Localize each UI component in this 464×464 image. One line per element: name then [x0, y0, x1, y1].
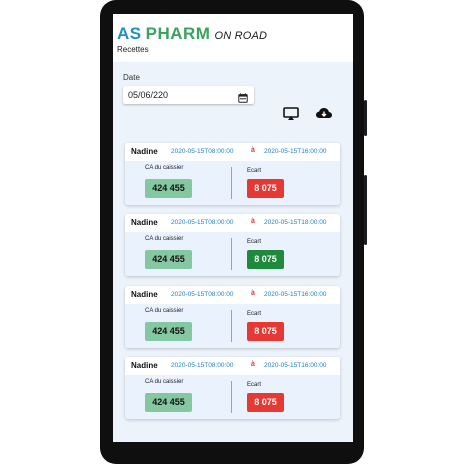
date-value: 05/06/220 [128, 90, 169, 100]
date-label: Date [123, 73, 140, 82]
shift-separator: à [251, 290, 255, 297]
main-content: Date 05/06/220 Nadine 2020-05-15T08:00:0… [113, 62, 353, 442]
ca-value: 424 455 [145, 393, 192, 412]
ecart-label: Ecart [247, 168, 262, 174]
cashier-name: Nadine [131, 290, 158, 299]
ecart-value: 8 075 [247, 179, 284, 198]
ecart-value: 8 075 [247, 322, 284, 341]
ca-label: CA du caissier [145, 379, 184, 385]
phone-side-button [364, 175, 367, 245]
shift-start: 2020-05-15T08:00:00 [171, 291, 234, 298]
shift-separator: à [251, 361, 255, 368]
ecart-value: 8 075 [247, 393, 284, 412]
shift-end: 2020-05-15T16:00:00 [264, 362, 327, 369]
brand-pharm: PHARM [145, 24, 211, 43]
card-divider [231, 167, 232, 199]
recette-card[interactable]: Nadine 2020-05-15T08:00:00 à 2020-05-15T… [125, 214, 340, 276]
brand-suffix: ON ROAD [214, 30, 268, 42]
cloud-download-icon[interactable] [315, 106, 333, 122]
cashier-name: Nadine [131, 147, 158, 156]
ca-value: 424 455 [145, 179, 192, 198]
recette-card[interactable]: Nadine 2020-05-15T08:00:00 à 2020-05-15T… [125, 357, 340, 419]
ecart-value: 8 075 [247, 250, 284, 269]
card-divider [231, 381, 232, 413]
cashier-name: Nadine [131, 218, 158, 227]
ca-label: CA du caissier [145, 236, 184, 242]
shift-end: 2020-05-15T16:00:00 [264, 148, 327, 155]
app-screen: ASPHARMON ROAD Recettes Date 05/06/220 [113, 14, 353, 442]
shift-end: 2020-05-15T16:00:00 [264, 291, 327, 298]
shift-separator: à [251, 218, 255, 225]
phone-side-button [364, 100, 367, 136]
recette-card[interactable]: Nadine 2020-05-15T08:00:00 à 2020-05-15T… [125, 286, 340, 348]
ca-value: 424 455 [145, 322, 192, 341]
brand-as: AS [117, 24, 142, 43]
shift-start: 2020-05-15T08:00:00 [171, 148, 234, 155]
shift-start: 2020-05-15T08:00:00 [171, 362, 234, 369]
shift-separator: à [251, 147, 255, 154]
cashier-name: Nadine [131, 361, 158, 370]
card-divider [231, 238, 232, 270]
ca-label: CA du caissier [145, 165, 184, 171]
cast-icon[interactable] [282, 106, 300, 122]
date-input[interactable]: 05/06/220 [123, 86, 254, 104]
ca-value: 424 455 [145, 250, 192, 269]
ecart-label: Ecart [247, 239, 262, 245]
ecart-label: Ecart [247, 311, 262, 317]
page-subtitle: Recettes [117, 45, 149, 54]
app-header: AS PHARM ON ROAD Recettes [113, 14, 353, 60]
card-divider [231, 310, 232, 342]
ecart-label: Ecart [247, 382, 262, 388]
shift-start: 2020-05-15T08:00:00 [171, 219, 234, 226]
shift-end: 2020-05-15T18:00:00 [264, 219, 327, 226]
ca-label: CA du caissier [145, 308, 184, 314]
recette-card[interactable]: Nadine 2020-05-15T08:00:00 à 2020-05-15T… [125, 143, 340, 205]
calendar-icon[interactable] [238, 90, 248, 108]
brand-logo: AS PHARM ON ROAD [117, 24, 267, 44]
